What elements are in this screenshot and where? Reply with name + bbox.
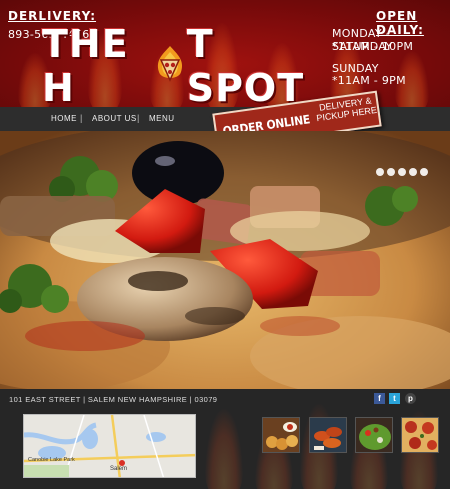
wings-thumbnail[interactable] [309,417,347,453]
nav-menu-link[interactable]: MENU [149,114,175,123]
slider-dot[interactable] [398,168,406,176]
fried-food-thumbnail[interactable] [262,417,300,453]
pepperoni-thumbnail[interactable] [401,417,439,453]
site-footer: 101 EAST STREET | SALEM NEW HAMPSHIRE | … [0,389,450,489]
pinterest-icon[interactable]: p [405,393,416,404]
logo-text-left: THE H [42,22,129,107]
flame-decoration [205,409,243,489]
twitter-icon[interactable]: t [389,393,400,404]
pepperoni-image [402,418,438,452]
fried-food-image [263,418,299,452]
pizza-flame-logo-icon [155,46,185,86]
site-header: DERLIVERY: 893-563-4456 OPEN DAILY: MOND… [0,0,450,107]
hot-spot-logo[interactable]: THE H T SPOT [42,22,318,107]
slider-dot[interactable] [409,168,417,176]
salad-image [356,418,392,452]
nav-separator: | [137,113,140,123]
slider-dot[interactable] [376,168,384,176]
facebook-icon[interactable]: f [374,393,385,404]
nav-home-link[interactable]: HOME [51,114,77,123]
hero-slider[interactable] [0,131,450,389]
nav-about-link[interactable]: ABOUT US [92,114,137,123]
delivery-label: DERLIVERY: [8,9,97,23]
delivery-pickup-text: DELIVERY & PICKUP HERE [312,95,380,124]
nav-separator: | [80,113,83,123]
location-map[interactable]: Canobie Lake Park Salem [23,414,196,478]
slider-dot[interactable] [420,168,428,176]
logo-text-right: T SPOT [186,22,305,107]
wings-image [310,418,346,452]
salad-thumbnail[interactable] [355,417,393,453]
slider-pagination [376,168,428,176]
slider-dot[interactable] [387,168,395,176]
weekday-hours: *11AM - 10PM [332,40,414,53]
sunday-hours: *11AM - 9PM [332,74,406,87]
restaurant-address: 101 EAST STREET | SALEM NEW HAMPSHIRE | … [9,395,218,404]
map-label-canobie: Canobie Lake Park [28,457,75,463]
map-label-salem: Salem [110,466,128,472]
